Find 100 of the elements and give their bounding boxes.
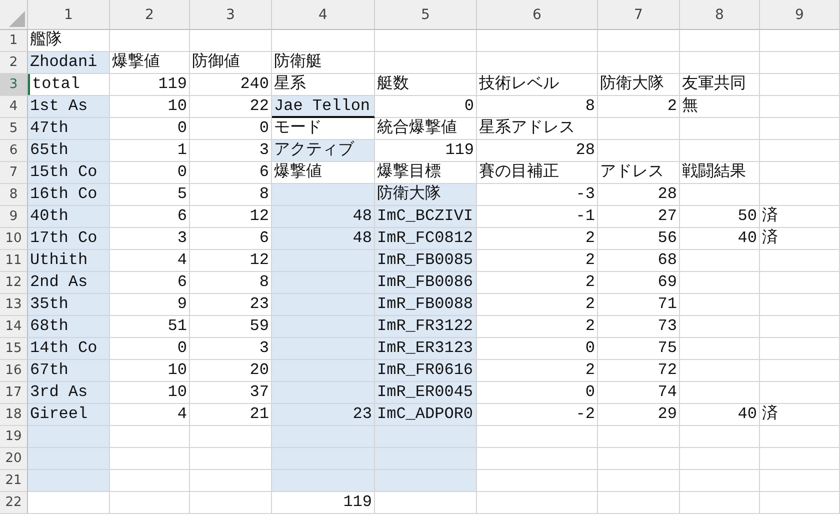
table-cell: ImC_ADPOR0 (375, 404, 477, 426)
table-cell: 4 (110, 404, 190, 426)
table-cell: 防衛大隊 (375, 184, 477, 206)
row-header[interactable]: 21 (0, 470, 28, 492)
column-header[interactable]: 8 (680, 0, 760, 30)
table-cell: 119 (375, 140, 477, 162)
table-cell: 2 (598, 96, 680, 118)
table-cell: 1 (110, 140, 190, 162)
table-cell: ImC_BCZIVI (375, 206, 477, 228)
row-header[interactable]: 12 (0, 272, 28, 294)
table-cell: 119 (272, 492, 375, 514)
table-cell: 6 (190, 162, 272, 184)
table-cell: 防御値 (190, 52, 272, 74)
table-cell: 統合爆撃値 (375, 118, 477, 140)
table-cell: 済 (760, 206, 840, 228)
row-header[interactable]: 18 (0, 404, 28, 426)
table-cell: 済 (760, 228, 840, 250)
column-header[interactable]: 3 (190, 0, 272, 30)
table-cell: 69 (598, 272, 680, 294)
table-cell: 40th (28, 206, 110, 228)
column-header[interactable]: 6 (477, 0, 598, 30)
row-header[interactable]: 4 (0, 96, 28, 118)
table-cell: 71 (598, 294, 680, 316)
row-header[interactable]: 9 (0, 206, 28, 228)
table-cell: アドレス (598, 162, 680, 184)
table-cell: 爆撃値 (110, 52, 190, 74)
row-header[interactable]: 13 (0, 294, 28, 316)
table-cell: 2 (477, 228, 598, 250)
table-cell: 2 (477, 250, 598, 272)
table-cell: 無 (680, 96, 760, 118)
table-cell: 48 (272, 228, 375, 250)
table-cell: 2 (477, 294, 598, 316)
select-all-button[interactable] (0, 0, 28, 30)
table-cell: ImR_FC0812 (375, 228, 477, 250)
column-header[interactable]: 2 (110, 0, 190, 30)
column-header[interactable]: 7 (598, 0, 680, 30)
table-cell: 65th (28, 140, 110, 162)
row-header[interactable]: 3 (0, 74, 28, 96)
table-cell: 6 (110, 206, 190, 228)
table-cell: 119 (110, 74, 190, 96)
table-cell: Jae Tellon (272, 96, 375, 118)
table-cell: 3 (110, 228, 190, 250)
table-cell: -3 (477, 184, 598, 206)
table-cell: 済 (760, 404, 840, 426)
table-cell: 戦闘結果 (680, 162, 760, 184)
table-cell: 技術レベル (477, 74, 598, 96)
table-cell: 27 (598, 206, 680, 228)
row-header[interactable]: 20 (0, 448, 28, 470)
row-header[interactable]: 10 (0, 228, 28, 250)
table-cell: 40 (680, 228, 760, 250)
table-cell: 23 (272, 404, 375, 426)
table-cell: 35th (28, 294, 110, 316)
table-cell: 0 (190, 118, 272, 140)
row-header[interactable]: 19 (0, 426, 28, 448)
table-cell: 星系アドレス (477, 118, 598, 140)
table-cell: 賽の目補正 (477, 162, 598, 184)
table-cell: 6 (110, 272, 190, 294)
table-cell: 73 (598, 316, 680, 338)
row-header[interactable]: 7 (0, 162, 28, 184)
row-header[interactable]: 15 (0, 338, 28, 360)
table-cell: 0 (477, 338, 598, 360)
table-cell: 68th (28, 316, 110, 338)
row-header[interactable]: 8 (0, 184, 28, 206)
row-header[interactable]: 1 (0, 30, 28, 52)
row-header[interactable]: 22 (0, 492, 28, 514)
table-cell: 28 (598, 184, 680, 206)
row-header[interactable]: 16 (0, 360, 28, 382)
table-cell: 0 (110, 118, 190, 140)
column-header[interactable]: 5 (375, 0, 477, 30)
column-header[interactable]: 1 (28, 0, 110, 30)
row-header[interactable]: 17 (0, 382, 28, 404)
table-cell: 友軍共同 (680, 74, 760, 96)
table-cell: 2 (477, 272, 598, 294)
table-cell: 3rd As (28, 382, 110, 404)
table-cell: 4 (110, 250, 190, 272)
table-cell: 74 (598, 382, 680, 404)
row-header[interactable]: 6 (0, 140, 28, 162)
column-header[interactable]: 9 (760, 0, 840, 30)
table-cell: ImR_ER0045 (375, 382, 477, 404)
table-cell: 10 (110, 360, 190, 382)
table-cell: 0 (110, 338, 190, 360)
table-cell: ImR_FB0086 (375, 272, 477, 294)
table-cell: 0 (375, 96, 477, 118)
row-header[interactable]: 5 (0, 118, 28, 140)
table-cell: 2 (477, 316, 598, 338)
table-cell: 1st As (28, 96, 110, 118)
row-header[interactable]: 14 (0, 316, 28, 338)
row-header[interactable]: 2 (0, 52, 28, 74)
table-cell: 艇数 (375, 74, 477, 96)
table-cell: 28 (477, 140, 598, 162)
row-header[interactable]: 11 (0, 250, 28, 272)
table-cell: 40 (680, 404, 760, 426)
table-cell: 51 (110, 316, 190, 338)
table-cell: ImR_FR3122 (375, 316, 477, 338)
table-cell: 防衛艇 (272, 52, 375, 74)
column-header[interactable]: 4 (272, 0, 375, 30)
table-cell: 29 (598, 404, 680, 426)
table-cell: 56 (598, 228, 680, 250)
table-cell: アクティブ (272, 140, 375, 162)
table-cell: ImR_FB0088 (375, 294, 477, 316)
